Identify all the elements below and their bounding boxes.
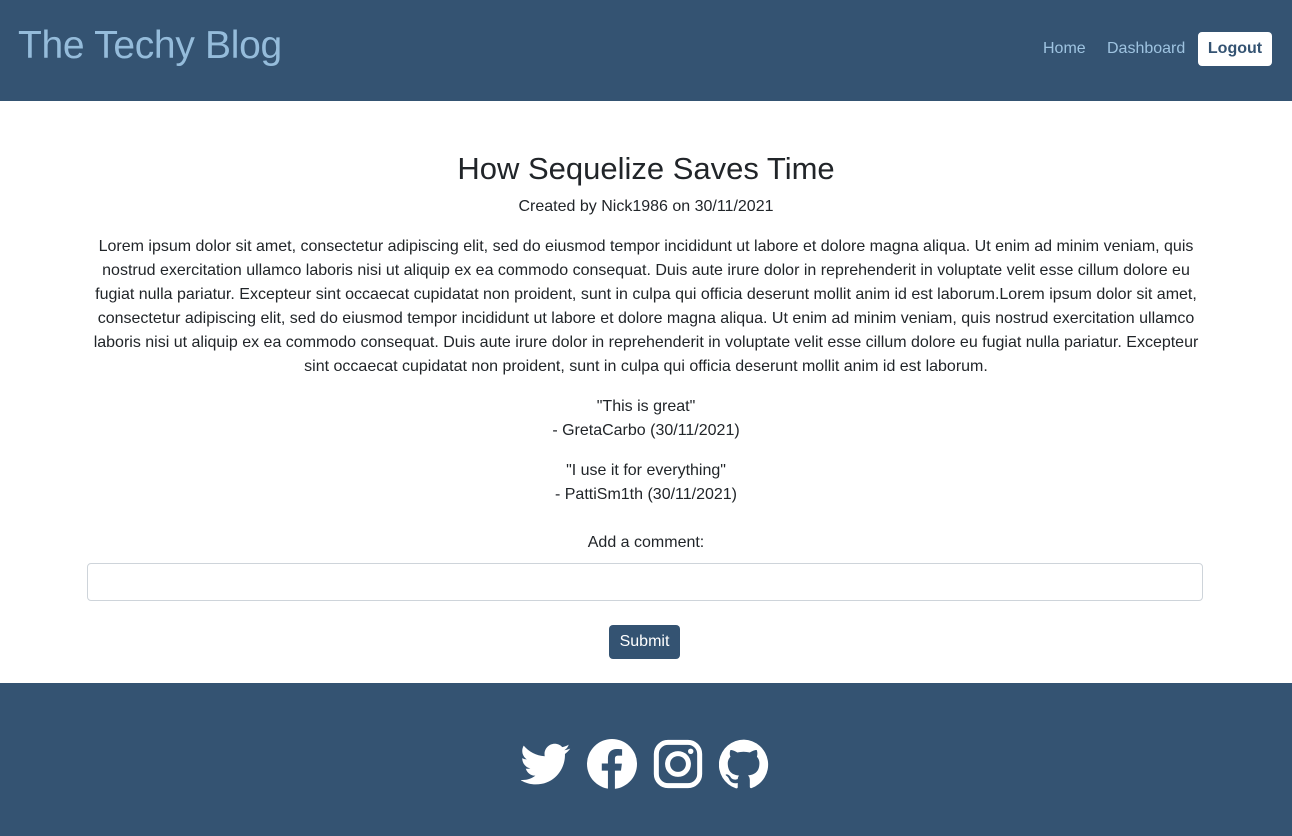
top-navbar: The Techy Blog Home Dashboard Logout bbox=[0, 0, 1292, 101]
github-icon[interactable] bbox=[719, 739, 769, 789]
add-comment-label: Add a comment: bbox=[587, 534, 705, 551]
post-body: Lorem ipsum dolor sit amet, consectetur … bbox=[93, 238, 1199, 375]
brand-title[interactable]: The Techy Blog bbox=[18, 22, 282, 70]
comment-author: - PattiSm1th (30/11/2021) bbox=[554, 486, 738, 503]
submit-comment-button[interactable]: Submit bbox=[609, 625, 680, 659]
post-meta: Created by Nick1986 on 30/11/2021 bbox=[518, 198, 774, 215]
comment-input[interactable] bbox=[87, 563, 1203, 601]
twitter-icon[interactable] bbox=[521, 739, 571, 789]
nav-dashboard-link[interactable]: Dashboard bbox=[1107, 38, 1185, 60]
instagram-icon[interactable] bbox=[653, 739, 703, 789]
nav-home-link[interactable]: Home bbox=[1043, 38, 1086, 60]
comment-author: - GretaCarbo (30/11/2021) bbox=[552, 422, 740, 439]
comment-text: "This is great" bbox=[596, 398, 696, 415]
comment-item: "I use it for everything" - PattiSm1th (… bbox=[0, 459, 1292, 507]
comment-item: "This is great" - GretaCarbo (30/11/2021… bbox=[0, 395, 1292, 443]
logout-button[interactable]: Logout bbox=[1198, 32, 1272, 66]
footer bbox=[0, 683, 1292, 836]
comment-text: "I use it for everything" bbox=[566, 462, 726, 479]
post-title: How Sequelize Saves Time bbox=[457, 151, 835, 186]
post-content: How Sequelize Saves Time Created by Nick… bbox=[0, 101, 1292, 683]
facebook-icon[interactable] bbox=[587, 739, 637, 789]
